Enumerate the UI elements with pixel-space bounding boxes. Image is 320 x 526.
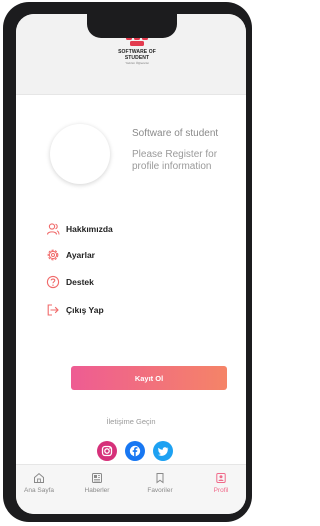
menu-item-label: Destek [66, 277, 94, 287]
bookmark-icon [156, 473, 164, 484]
instagram-icon [101, 445, 113, 457]
tab-label: Haberler [84, 487, 110, 494]
header-divider [16, 94, 246, 95]
menu-item-logout[interactable]: Çıkış Yap [46, 302, 104, 318]
instagram-button[interactable] [97, 441, 117, 461]
home-icon [34, 472, 44, 483]
phone-notch [87, 14, 177, 38]
profile-name: Software of student [132, 128, 219, 139]
contact-label: İletişime Geçin [106, 417, 156, 426]
logo-text: SOFTWARE OF STUDENT [118, 49, 156, 61]
tab-home[interactable]: Ana Sayfa [16, 472, 62, 494]
app-screen: SOFTWARE OF STUDENT Yazılım Öğrencisi So… [16, 14, 246, 514]
facebook-button[interactable] [125, 441, 145, 461]
logout-icon [47, 304, 59, 316]
newspaper-icon [92, 473, 102, 483]
tab-favorites[interactable]: Favoriler [137, 472, 183, 494]
tab-label: Favoriler [147, 487, 173, 494]
tab-news[interactable]: Haberler [74, 472, 120, 494]
logo-tagline: Yazılım Öğrencisi [125, 61, 149, 65]
profile-icon [216, 473, 226, 483]
phone-frame: SOFTWARE OF STUDENT Yazılım Öğrencisi So… [3, 2, 252, 522]
avatar[interactable] [50, 124, 110, 184]
profile-hint: Please Register for profile information [132, 149, 218, 172]
twitter-icon [157, 447, 169, 456]
user-icon [46, 223, 60, 235]
help-circle-icon [46, 275, 60, 289]
tab-bar: Ana Sayfa Haberler Favoriler Profil [16, 464, 246, 514]
tab-profile[interactable]: Profil [198, 472, 244, 494]
menu-item-label: Hakkımızda [66, 224, 113, 234]
menu-item-about[interactable]: Hakkımızda [46, 221, 113, 237]
menu-item-label: Çıkış Yap [66, 305, 104, 315]
register-button[interactable]: Kayıt Ol [71, 366, 227, 390]
tab-label: Ana Sayfa [24, 487, 54, 494]
tab-label: Profil [213, 487, 229, 494]
menu-item-label: Ayarlar [66, 250, 95, 260]
menu-item-support[interactable]: Destek [46, 274, 94, 290]
menu-item-settings[interactable]: Ayarlar [46, 247, 95, 263]
twitter-button[interactable] [153, 441, 173, 461]
gear-icon [47, 249, 59, 261]
facebook-icon [129, 445, 141, 457]
